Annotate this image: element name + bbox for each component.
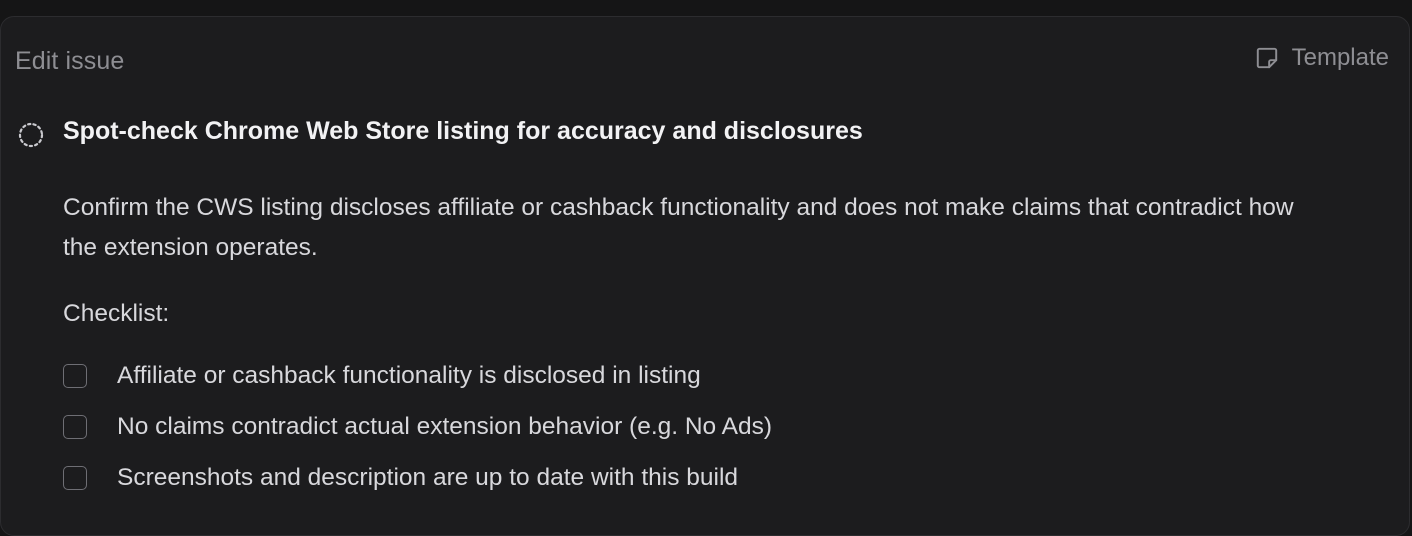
checklist-item-label: Screenshots and description are up to da… — [117, 463, 739, 491]
issue-title[interactable]: Spot-check Chrome Web Store listing for … — [63, 117, 863, 146]
checklist-item[interactable]: Screenshots and description are up to da… — [63, 452, 772, 503]
checklist-heading: Checklist: — [63, 300, 170, 327]
checklist-item-label: Affiliate or cashback functionality is d… — [117, 361, 701, 389]
template-button[interactable]: Template — [1254, 44, 1389, 72]
checkbox[interactable] — [63, 414, 87, 439]
checkbox[interactable] — [63, 465, 87, 490]
dashed-circle-icon[interactable] — [17, 121, 45, 154]
checklist-item[interactable]: No claims contradict actual extension be… — [63, 401, 772, 452]
checklist-item-label: No claims contradict actual extension be… — [117, 412, 773, 440]
issue-description[interactable]: Confirm the CWS listing discloses affili… — [63, 188, 1303, 268]
template-button-label: Template — [1291, 44, 1389, 71]
edit-issue-panel: Edit issue Template Spot-check Chrome We… — [0, 16, 1410, 536]
checklist-item[interactable]: Affiliate or cashback functionality is d… — [63, 350, 772, 401]
checkbox[interactable] — [63, 363, 87, 388]
panel-title: Edit issue — [15, 47, 125, 75]
sticky-note-icon — [1254, 45, 1280, 71]
checklist: Affiliate or cashback functionality is d… — [63, 350, 772, 503]
